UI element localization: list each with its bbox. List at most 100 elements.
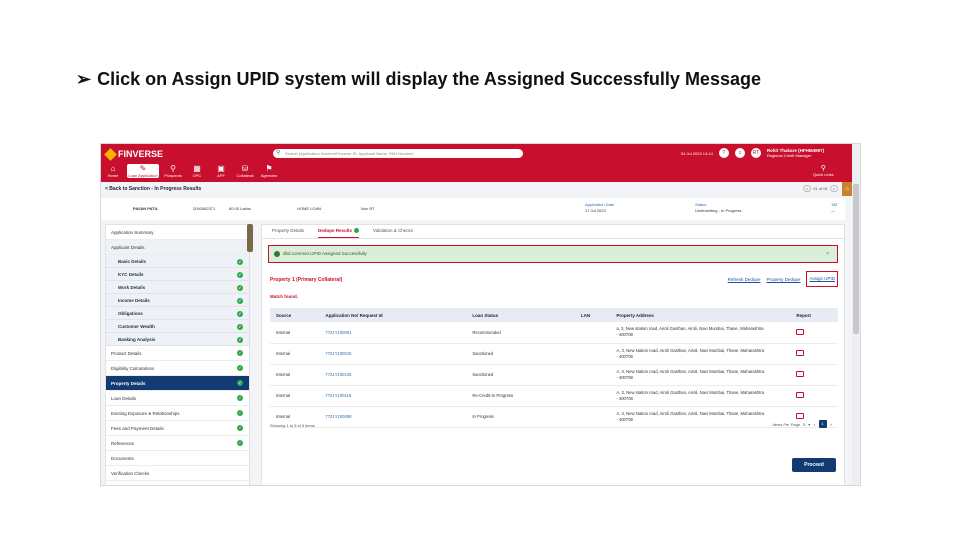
nav-label: APF (217, 173, 225, 178)
table-row: Internal 7721Y100016 Sanctioned A, 3, New s… (270, 343, 838, 365)
nav-icon: ⌂ (110, 164, 116, 173)
sidebar-item-product-details[interactable]: Product Details ✓ (106, 346, 249, 361)
cell-application-no[interactable]: 7721Y100105 (319, 364, 467, 386)
nav-icon: ⚑ (265, 164, 273, 173)
proceed-button[interactable]: Proceed (792, 458, 836, 472)
next-page-icon[interactable]: > (830, 422, 832, 427)
nav-item-loan-application[interactable]: ✎ Loan Application (127, 164, 159, 178)
tab-property-details[interactable]: Property Details (272, 225, 304, 238)
property-dedupe-link[interactable]: Property Dedupe (766, 277, 800, 287)
tab-validation-checks[interactable]: Validation & Checks (373, 225, 413, 238)
page-current[interactable]: 1 (818, 420, 827, 428)
sidebar-item-verification-checks[interactable]: Verification Checks (106, 466, 249, 481)
check-circle-icon: ✓ (237, 410, 243, 416)
cell-application-no[interactable]: 7721Y100091 (319, 322, 467, 344)
avatar[interactable]: RT (750, 148, 761, 158)
assign-upid-link[interactable]: Assign UPID (806, 271, 838, 287)
check-circle-icon: ✓ (237, 485, 243, 486)
nav-item-agencies[interactable]: ⚑ Agencies (259, 164, 279, 178)
cell-loan-status: Re-Credit-In Progress (466, 385, 575, 407)
cell-source: Internal (270, 343, 320, 365)
cell-lan (574, 322, 611, 344)
record-pager: <01 of 05 > (802, 185, 838, 192)
column-header[interactable]: Source (270, 308, 320, 322)
sidebar-item-sourcing-details[interactable]: Sourcing Details✓ (106, 481, 249, 486)
check-circle-icon: ✓ (237, 271, 243, 278)
breadcrumb[interactable]: < Back to Sanction - In Progress Results (101, 182, 853, 196)
sidebar-item-obligations[interactable]: Obligations ✓ (106, 307, 249, 320)
sidebar-item-loan-details[interactable]: Loan Details ✓ (106, 391, 249, 406)
scrollbar-thumb[interactable] (853, 184, 859, 334)
prev-page-icon[interactable]: < (813, 422, 815, 427)
next-record-button[interactable]: > (829, 185, 838, 192)
nav-item-prospects[interactable]: ⚲ Prospects (163, 164, 183, 178)
tab-dedupe-results[interactable]: Dedupe Results (318, 225, 360, 238)
application-number: 2000082371 (193, 206, 216, 211)
check-circle-icon: ✓ (237, 365, 243, 371)
user-info[interactable]: Rohit Thakare (HFHM4997) Regional Credit … (767, 148, 824, 158)
nav-label: Prospects (164, 173, 182, 178)
check-circle-icon: ✓ (237, 425, 243, 431)
chevron-down-icon[interactable]: ▾ (808, 422, 810, 427)
sidebar-item-kyc-details[interactable]: KYC Details ✓ (106, 268, 249, 281)
sidebar-item-eligibility-calculations[interactable]: Eligibility Calculations ✓ (106, 361, 249, 376)
check-circle-icon: ✓ (237, 336, 243, 343)
sidebar-item-application-summary[interactable]: Application Summary (106, 225, 249, 240)
folder-icon[interactable] (796, 328, 805, 335)
nav-item-opc[interactable]: ▦ OPC (187, 164, 207, 178)
nav-label: Loan Application (128, 173, 158, 178)
folder-icon[interactable] (796, 392, 805, 398)
sidebar-item-applicant-details[interactable]: Applicant Details (106, 240, 249, 255)
folder-icon[interactable] (796, 371, 805, 377)
sidebar-item-property-details[interactable]: Property Details ✓ (106, 376, 249, 391)
table-row: Internal 7721Y100118 Re-Credit-In Progress… (270, 385, 838, 407)
rows-per-page-select[interactable]: 5 (803, 422, 805, 427)
cell-application-no[interactable]: 7721Y100089 (319, 406, 467, 428)
sidebar-item-income-details[interactable]: Income Details ✓ (106, 294, 249, 307)
cell-property-address: A, 3, New station road, Airoli Gasthan, … (610, 406, 791, 428)
page-scrollbar[interactable] (852, 144, 860, 485)
check-circle-icon: ✓ (237, 323, 243, 330)
nav-item-home[interactable]: ⌂ Home (103, 164, 123, 178)
brand-logo[interactable]: FINVERSE (104, 147, 163, 161)
folder-icon[interactable] (796, 350, 805, 356)
quick-links-button[interactable]: ⚲ Quick Links (813, 164, 834, 177)
search-icon: ⚲ (276, 150, 281, 156)
sidebar-item-customer-wealth[interactable]: Customer Wealth ✓ (106, 320, 249, 333)
link-icon: ⚲ (820, 165, 826, 172)
sidebar-item-work-details[interactable]: Work Details ✓ (106, 281, 249, 294)
nav-item-collateral[interactable]: ⛁ Collateral (235, 164, 255, 178)
bullet-icon: ➢ (76, 69, 92, 89)
refresh-dedupe-link[interactable]: Refresh Dedupe (728, 277, 761, 287)
check-circle-icon: ✓ (237, 440, 243, 446)
table-row: Internal 7721Y100105 Sanctioned A, 3, New s… (270, 364, 838, 386)
nav-item-apf[interactable]: ▣ APF (211, 164, 231, 178)
notification-bell-icon[interactable]: ♫ (734, 148, 745, 158)
sidebar-item-basic-details[interactable]: Basic Details ✓ (106, 255, 249, 268)
main-panel: Property Details Dedupe Results Validation… (261, 224, 845, 485)
column-header: Application No/ Request Id (319, 308, 467, 322)
datetime-text: 04 Jul 2023 14:14 (681, 150, 713, 156)
check-circle-icon (354, 228, 360, 234)
column-header: Property Address (610, 308, 791, 322)
cell-report (790, 343, 838, 365)
sidebar-item-banking-analysis[interactable]: Banking Analysis ✓ (106, 333, 249, 346)
sidebar-item-existing-exposure-relationships[interactable]: Existing Exposure & Relationships ✓ (106, 406, 249, 421)
left-sidebar: Application Summary Applicant Details Basi… (105, 224, 250, 486)
prev-record-button[interactable]: < (802, 185, 812, 192)
dedupe-results-table: Source Application No/ Request Id Loan Sta… (270, 308, 838, 428)
cell-application-no[interactable]: 7721Y100118 (319, 385, 467, 407)
slide-title-text: Click on Assign UPID system will display… (97, 69, 761, 89)
close-icon[interactable]: × (826, 246, 829, 262)
success-alert: dbd.common.UPID Assigned Successfully × (268, 245, 838, 263)
sidebar-item-documents[interactable]: Documents (106, 451, 249, 466)
folder-icon[interactable] (796, 413, 805, 419)
sidebar-collapse-handle[interactable] (247, 224, 253, 252)
sidebar-item-references[interactable]: References ✓ (106, 436, 249, 451)
product-name: HOME LOAN (297, 206, 322, 211)
global-search-input[interactable]: ⚲ Search (Application Number/Finverse ID,… (273, 149, 523, 158)
match-found-text: Match found. (270, 294, 298, 299)
cell-application-no[interactable]: 7721Y100016 (319, 343, 467, 365)
help-icon[interactable]: ? (718, 148, 729, 158)
sidebar-item-fees-and-payment-details[interactable]: Fees and Payment Details ✓ (106, 421, 249, 436)
